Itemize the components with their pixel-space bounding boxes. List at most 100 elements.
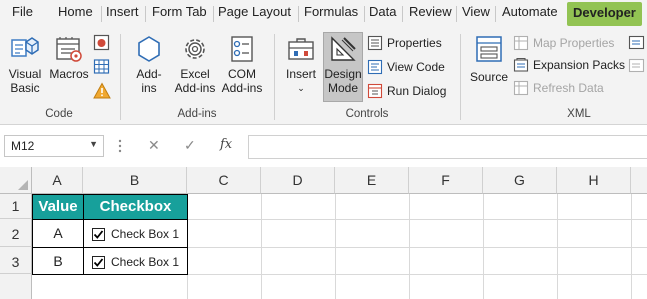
tab-separator — [402, 6, 403, 22]
checkmark-icon — [93, 258, 104, 267]
visual-basic-button[interactable]: Visual Basic — [4, 34, 46, 95]
ribbon-tab-bar: File Home Insert Form Tab Page Layout Fo… — [0, 0, 647, 28]
macro-security-icon[interactable] — [93, 82, 111, 100]
tab-separator — [101, 6, 102, 22]
run-dialog-button[interactable]: Run Dialog — [367, 82, 467, 100]
refresh-data-icon — [513, 80, 529, 96]
tab-form-tab[interactable]: Form Tab — [152, 4, 207, 19]
relative-references-icon[interactable] — [93, 58, 111, 76]
refresh-data-button[interactable]: Refresh Data — [513, 79, 623, 97]
excel-addins-button[interactable]: Excel Add-ins — [171, 34, 219, 95]
column-header-d[interactable]: D — [261, 167, 335, 194]
xml-source-label: Source — [469, 70, 509, 84]
design-mode-label-2: Mode — [327, 81, 359, 95]
addins-label-1: Add- — [136, 67, 162, 81]
expansion-packs-label: Expansion Packs — [533, 58, 626, 72]
table-cell-checkbox[interactable]: Check Box 1 — [83, 247, 188, 275]
tab-automate[interactable]: Automate — [502, 4, 558, 19]
view-code-button[interactable]: View Code — [367, 58, 467, 76]
run-dialog-label: Run Dialog — [387, 84, 447, 98]
tab-developer[interactable]: Developer — [567, 2, 642, 26]
tab-insert[interactable]: Insert — [106, 4, 139, 19]
map-properties-button[interactable]: Map Properties — [513, 34, 623, 52]
checkmark-icon — [93, 230, 104, 239]
tab-separator — [145, 6, 146, 22]
checkbox-box[interactable] — [92, 256, 105, 269]
xml-source-button[interactable]: Source — [468, 34, 510, 84]
map-properties-label: Map Properties — [533, 36, 615, 50]
worksheet-grid: A B C D E F G H 1 2 3 Value Checkbox A C… — [0, 167, 647, 299]
select-all-button[interactable] — [0, 167, 32, 194]
macros-button[interactable]: Macros — [47, 34, 91, 81]
select-all-triangle-icon — [18, 180, 28, 190]
formula-bar: M12 ▼ ✕ ✓ fx — [0, 125, 647, 167]
enter-icon[interactable]: ✓ — [184, 137, 196, 154]
com-addins-button[interactable]: COM Add-ins — [218, 34, 266, 95]
properties-label: Properties — [387, 36, 442, 50]
excel-addins-label-1: Excel — [180, 67, 210, 81]
checkbox-label: Check Box 1 — [111, 227, 180, 241]
design-mode-label-1: Design — [324, 67, 362, 81]
excel-addins-label-2: Add-ins — [174, 81, 216, 95]
design-mode-button[interactable]: Design Mode — [324, 34, 362, 95]
tab-review[interactable]: Review — [409, 4, 452, 19]
visual-basic-label-1: Visual — [8, 67, 42, 81]
column-header-c[interactable]: C — [187, 167, 261, 194]
column-header-a[interactable]: A — [32, 167, 83, 194]
column-header-partial[interactable] — [631, 167, 647, 194]
tab-separator — [456, 6, 457, 22]
insert-control-label: Insert — [285, 67, 316, 81]
tab-separator — [213, 6, 214, 22]
table-header-value[interactable]: Value — [32, 194, 84, 220]
checkbox-box[interactable] — [92, 228, 105, 241]
table-cell-value[interactable]: B — [32, 247, 84, 275]
xml-group-label: XML — [567, 108, 591, 120]
addins-button[interactable]: Add- ins — [129, 34, 169, 95]
insert-control-button[interactable]: Insert ⌄ — [282, 34, 320, 95]
column-header-h[interactable]: H — [557, 167, 631, 194]
column-header-g[interactable]: G — [483, 167, 557, 194]
addins-icon — [138, 36, 160, 62]
toolbox-icon — [288, 38, 314, 60]
group-separator — [120, 34, 121, 120]
tab-data[interactable]: Data — [369, 4, 396, 19]
tab-page-layout[interactable]: Page Layout — [218, 4, 291, 19]
addins-group-label: Add-ins — [177, 108, 217, 120]
run-dialog-icon — [367, 83, 383, 99]
checkbox-label: Check Box 1 — [111, 255, 180, 269]
insert-function-icon[interactable]: fx — [220, 137, 232, 152]
table-cell-checkbox[interactable]: Check Box 1 — [83, 219, 188, 248]
ribbon: Visual Basic Macros Code Add- ins Excel … — [0, 28, 647, 125]
column-header-f[interactable]: F — [409, 167, 483, 194]
export-icon[interactable] — [628, 58, 646, 74]
group-separator — [460, 34, 461, 120]
tab-separator — [495, 6, 496, 22]
formula-bar-resize-handle[interactable] — [116, 138, 124, 154]
group-separator — [274, 34, 275, 120]
tab-home[interactable]: Home — [58, 4, 93, 19]
chevron-down-icon[interactable]: ▼ — [89, 139, 98, 149]
row-header-4[interactable] — [0, 274, 32, 299]
tab-view[interactable]: View — [462, 4, 490, 19]
column-header-e[interactable]: E — [335, 167, 409, 194]
chevron-down-icon: ⌄ — [297, 83, 305, 93]
tab-file[interactable]: File — [12, 4, 33, 19]
import-icon[interactable] — [628, 35, 646, 51]
table-header-checkbox[interactable]: Checkbox — [83, 194, 188, 220]
design-mode-icon — [331, 36, 356, 61]
properties-button[interactable]: Properties — [367, 34, 467, 52]
cancel-icon[interactable]: ✕ — [148, 137, 160, 154]
row-header-1[interactable]: 1 — [0, 194, 32, 219]
table-cell-value[interactable]: A — [32, 219, 84, 248]
column-header-b[interactable]: B — [83, 167, 187, 194]
record-macro-icon[interactable] — [93, 34, 111, 52]
view-code-label: View Code — [387, 60, 445, 74]
tab-formulas[interactable]: Formulas — [304, 4, 358, 19]
row-header-3[interactable]: 3 — [0, 247, 32, 274]
expansion-packs-button[interactable]: Expansion Packs — [513, 56, 633, 74]
formula-input[interactable] — [248, 135, 647, 159]
map-properties-icon — [513, 35, 529, 51]
name-box[interactable]: M12 ▼ — [4, 135, 104, 157]
row-header-2[interactable]: 2 — [0, 219, 32, 247]
expansion-packs-icon — [513, 57, 529, 72]
